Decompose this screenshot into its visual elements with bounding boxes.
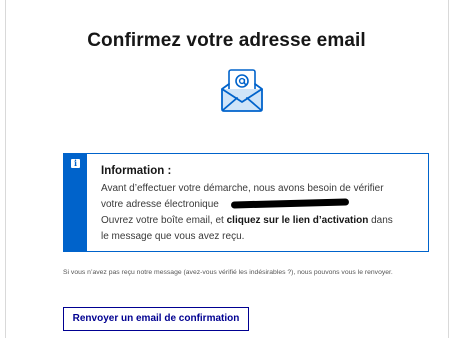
resend-help-text: Si vous n’avez pas reçu notre message (a… [63,269,393,276]
at-envelope-icon [219,67,265,113]
redacted-email [230,198,350,209]
notice-line-3-prefix: Ouvrez votre boîte email, et [101,215,227,226]
notice-accent-bar: i [64,154,87,251]
info-icon: i [71,159,80,168]
notice-line-4: le message que vous avez reçu. [101,231,245,242]
resend-confirmation-button[interactable]: Renvoyer un email de confirmation [63,307,249,331]
notice-line-3-suffix: dans [368,215,393,226]
notice-line-1: Avant d’effectuer votre démarche, nous a… [101,183,384,194]
notice-line-2: votre adresse électronique [101,199,219,210]
information-notice: i Information : Avant d’effectuer votre … [63,153,429,252]
activation-link-instruction: cliquez sur le lien d’activation [226,215,369,226]
notice-line-3: Ouvrez votre boîte email, et cliquez sur… [101,215,393,226]
page-title: Confirmez votre adresse email [87,30,366,51]
notice-title: Information : [101,165,172,177]
